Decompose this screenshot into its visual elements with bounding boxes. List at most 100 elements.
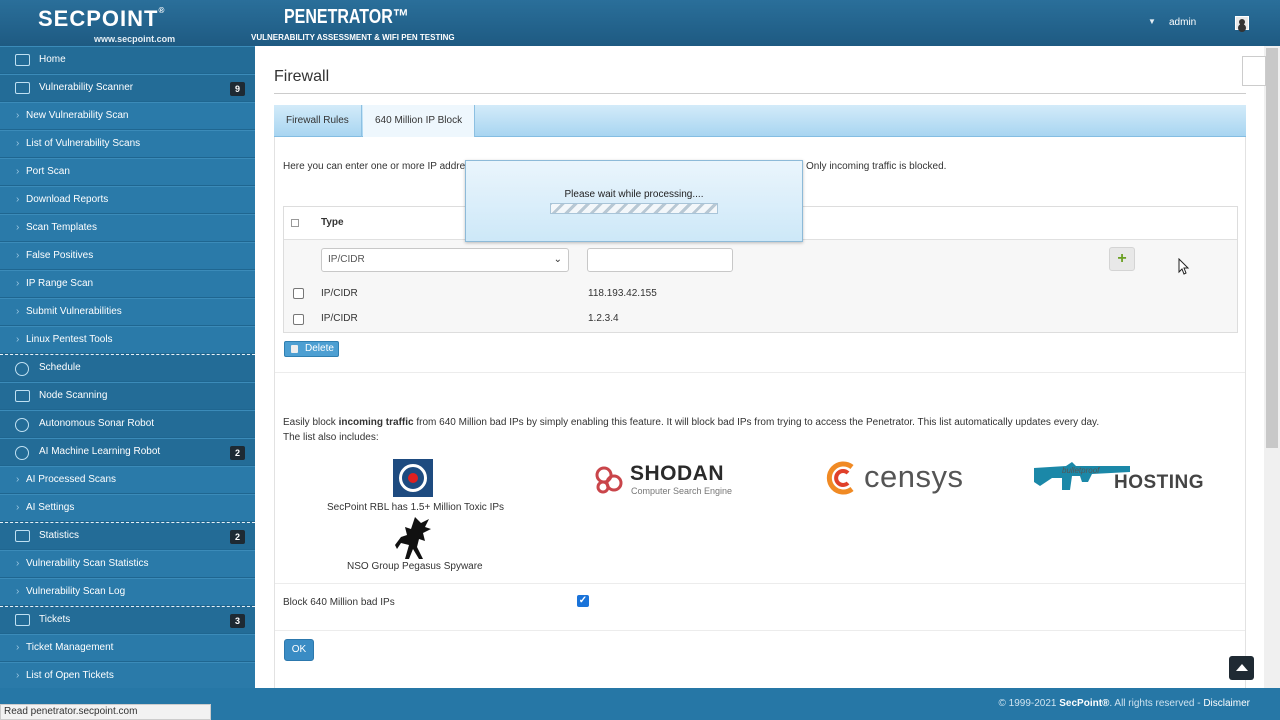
disclaimer-link[interactable]: Disclaimer (1203, 698, 1250, 709)
sidebar-item-label: Port Scan (26, 166, 70, 177)
bulletproof-text: bulletproof (1062, 466, 1100, 475)
sidebar-item-label: Download Reports (26, 194, 109, 205)
sidebar-item-vulnerability-scan-statistics[interactable]: Vulnerability Scan Statistics (0, 550, 255, 578)
checkmark-icon: ✓ (578, 595, 588, 606)
sidebar-item-linux-pentest-tools[interactable]: Linux Pentest Tools (0, 326, 255, 354)
row-checkbox[interactable] (293, 314, 304, 325)
column-header-type: Type (321, 217, 344, 228)
count-badge: 2 (230, 446, 245, 460)
block-bad-ips-checkbox[interactable]: ✓ (577, 595, 589, 607)
table-cell-type: IP/CIDR (321, 313, 358, 324)
censys-logo-text: censys (864, 459, 964, 494)
pegasus-caption: NSO Group Pegasus Spyware (347, 561, 483, 572)
scroll-to-top-button[interactable] (1229, 656, 1254, 680)
sidebar-item-port-scan[interactable]: Port Scan (0, 158, 255, 186)
sidebar-item-node-scanning[interactable]: Node Scanning (0, 382, 255, 410)
sidebar-item-vulnerability-scanner[interactable]: Vulnerability Scanner 9 (0, 74, 255, 102)
sidebar-item-tickets[interactable]: Tickets 3 (0, 606, 255, 634)
ok-button[interactable]: OK (284, 639, 314, 661)
sidebar-item-false-positives[interactable]: False Positives (0, 242, 255, 270)
sidebar-item-vulnerability-scan-log[interactable]: Vulnerability Scan Log (0, 578, 255, 606)
tab-bar: Firewall Rules 640 Million IP Block (274, 105, 1246, 137)
sidebar-item-list-open-tickets[interactable]: List of Open Tickets (0, 662, 255, 688)
ip-address-input[interactable] (587, 248, 733, 272)
shodan-subtitle: Computer Search Engine (631, 486, 733, 496)
user-menu[interactable]: admin (1169, 17, 1196, 28)
rights-text: . All rights reserved - (1109, 698, 1204, 709)
sidebar-item-label: Node Scanning (39, 390, 108, 401)
info-text-bold: incoming traffic (338, 417, 414, 428)
section-divider (275, 630, 1245, 631)
chevron-down-icon: ⌄ (553, 254, 562, 265)
sidebar-item-new-vulnerability-scan[interactable]: New Vulnerability Scan (0, 102, 255, 130)
logo-url: www.secpoint.com (94, 34, 176, 44)
count-badge: 2 (230, 530, 245, 544)
page-title: Firewall (274, 68, 330, 85)
sidebar-item-ai-processed-scans[interactable]: AI Processed Scans (0, 466, 255, 494)
scanner-icon (15, 82, 30, 94)
info-text: Easily block (283, 417, 339, 428)
sidebar-item-label: New Vulnerability Scan (26, 110, 129, 121)
rule-type-select[interactable]: IP/CIDR ⌄ (321, 248, 569, 272)
secpoint-logo[interactable]: SECPOINT® (38, 6, 165, 32)
footer-brand[interactable]: SecPoint® (1059, 698, 1109, 709)
rule-type-value: IP/CIDR (328, 254, 365, 265)
table-cell-ip: 1.2.3.4 (588, 313, 619, 324)
sidebar-item-submit-vulnerabilities[interactable]: Submit Vulnerabilities (0, 298, 255, 326)
sidebar-item-download-reports[interactable]: Download Reports (0, 186, 255, 214)
tab-640-million-ip-block[interactable]: 640 Million IP Block (363, 105, 476, 137)
target-center (408, 473, 418, 483)
title-divider (274, 93, 1246, 94)
sidebar-item-label: Home (39, 54, 66, 65)
row-checkbox[interactable] (293, 288, 304, 299)
caret-down-icon[interactable]: ▼ (1148, 17, 1156, 26)
sidebar-item-label: Autonomous Sonar Robot (39, 418, 155, 429)
top-bar: SECPOINT® www.secpoint.com PENETRATOR™ V… (0, 0, 1280, 46)
bar-chart-icon (15, 530, 30, 542)
network-icon (15, 390, 30, 402)
delete-label: Delete (305, 343, 334, 354)
count-badge: 9 (230, 82, 245, 96)
sidebar-item-ip-range-scan[interactable]: IP Range Scan (0, 270, 255, 298)
side-panel-tab[interactable] (1242, 56, 1266, 86)
logo-text: SECPOINT (38, 6, 159, 31)
sidebar-item-autonomous-sonar-robot[interactable]: Autonomous Sonar Robot (0, 410, 255, 438)
description-text: Here you can enter one or more IP addres (283, 161, 471, 172)
secpoint-rbl-caption: SecPoint RBL has 1.5+ Million Toxic IPs (327, 502, 505, 513)
sidebar-item-statistics[interactable]: Statistics 2 (0, 522, 255, 550)
sidebar-item-home[interactable]: Home (0, 46, 255, 74)
ip-block-info: Easily block incoming traffic from 640 M… (283, 415, 1183, 445)
sidebar-item-label: Scan Templates (26, 222, 97, 233)
user-icon[interactable] (1235, 16, 1249, 30)
count-badge: 3 (230, 614, 245, 628)
sidebar-item-scan-templates[interactable]: Scan Templates (0, 214, 255, 242)
processing-message: Please wait while processing.... (564, 189, 704, 200)
progress-bar (550, 203, 718, 214)
sidebar-item-list-vulnerability-scans[interactable]: List of Vulnerability Scans (0, 130, 255, 158)
table-cell-ip: 118.193.42.155 (588, 288, 657, 299)
description-text-end: Only incoming traffic is blocked. (806, 161, 947, 172)
sidebar-item-label: Linux Pentest Tools (26, 334, 113, 345)
censys-logo-icon (826, 461, 854, 495)
sidebar-item-label: List of Vulnerability Scans (26, 138, 141, 149)
scrollbar-thumb[interactable] (1266, 48, 1278, 448)
footer-text: © 1999-2021 SecPoint®. All rights reserv… (999, 698, 1251, 709)
sidebar-item-label: Ticket Management (26, 642, 114, 653)
shodan-logo-icon (595, 466, 623, 494)
monitor-icon (15, 54, 30, 66)
sidebar-item-label: False Positives (26, 250, 94, 261)
ticket-icon (15, 614, 30, 626)
sidebar-item-ai-machine-learning-robot[interactable]: AI Machine Learning Robot 2 (0, 438, 255, 466)
sidebar: Home Vulnerability Scanner 9 New Vulnerab… (0, 46, 255, 688)
select-all-checkbox[interactable] (291, 219, 299, 227)
sidebar-item-label: Schedule (39, 362, 81, 373)
plus-icon: + (1117, 250, 1127, 267)
tab-firewall-rules[interactable]: Firewall Rules (274, 105, 362, 137)
clock-icon (15, 362, 29, 376)
sidebar-item-label: Tickets (39, 614, 71, 625)
sidebar-item-ticket-management[interactable]: Ticket Management (0, 634, 255, 662)
sidebar-item-ai-settings[interactable]: AI Settings (0, 494, 255, 522)
sidebar-item-schedule[interactable]: Schedule (0, 354, 255, 382)
delete-button[interactable]: Delete (284, 341, 339, 357)
add-rule-button[interactable]: + (1109, 247, 1135, 271)
